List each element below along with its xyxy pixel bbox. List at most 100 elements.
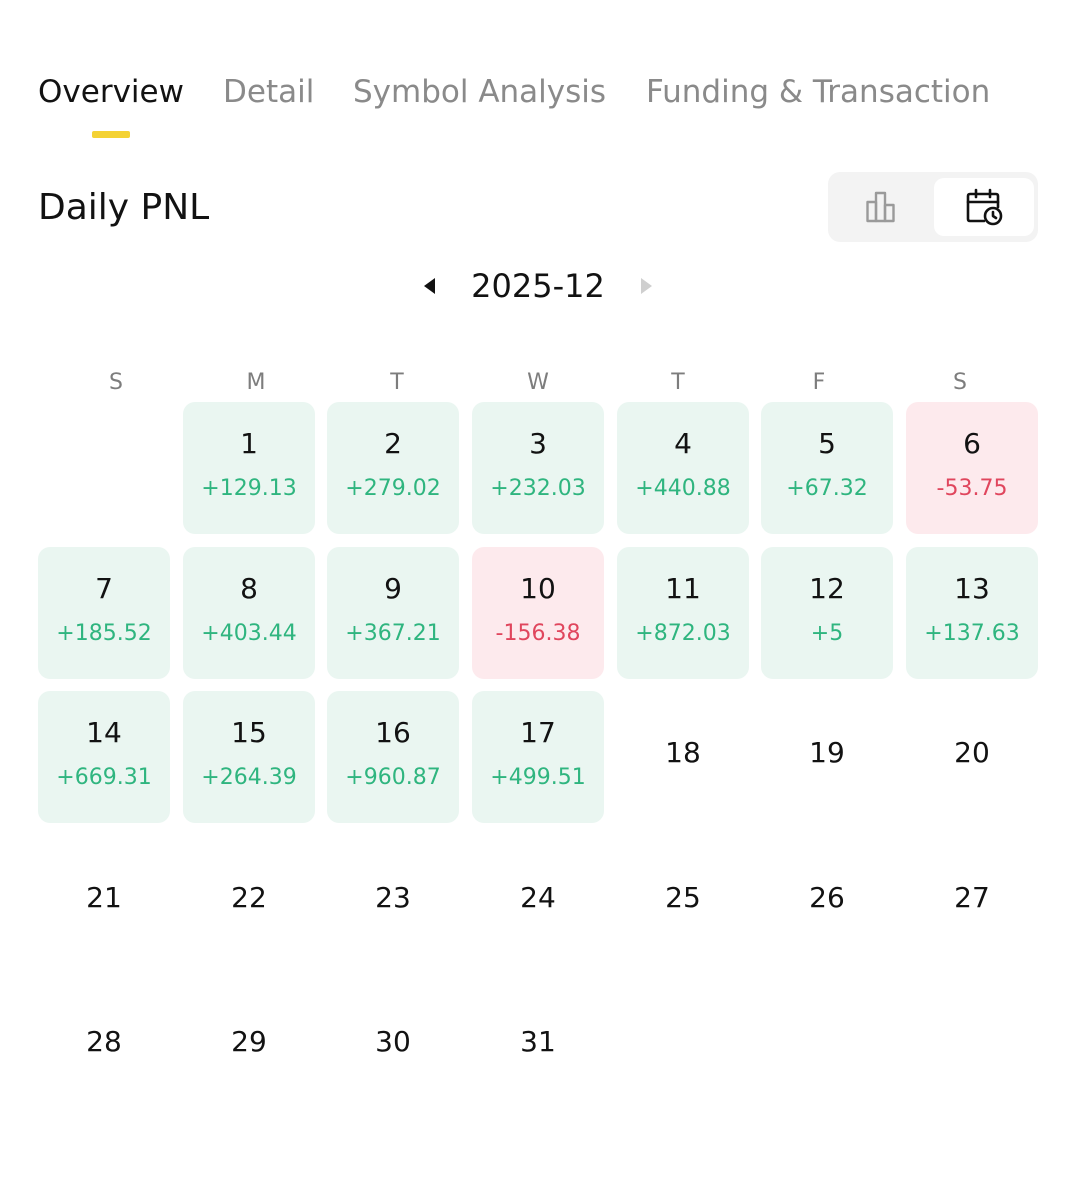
month-navigator: 2025-12	[0, 264, 1076, 308]
day-pnl-value: -156.38	[495, 621, 581, 646]
calendar-day-cell[interactable]: 17 +499.51	[472, 691, 604, 823]
day-number: 17	[520, 716, 556, 749]
calendar-day-cell: 20	[906, 691, 1038, 823]
view-toggle	[828, 172, 1038, 242]
calendar-day-cell: 31	[472, 980, 604, 1112]
calendar-day-cell[interactable]: 9 +367.21	[327, 547, 459, 679]
day-number: 9	[384, 572, 402, 605]
weekday-thursday: T	[671, 370, 685, 395]
month-label: 2025-12	[471, 267, 605, 305]
section-title: Daily PNL	[38, 187, 210, 228]
day-number: 4	[674, 427, 692, 460]
day-number: 14	[86, 716, 122, 749]
calendar-day-cell[interactable]: 6 -53.75	[906, 402, 1038, 534]
day-pnl-value: +440.88	[635, 476, 731, 501]
day-number: 13	[954, 572, 990, 605]
day-number: 15	[231, 716, 267, 749]
calendar-day-cell: 22	[183, 836, 315, 968]
tab-detail[interactable]: Detail	[223, 70, 314, 114]
day-number: 16	[375, 716, 411, 749]
calendar-day-cell: 26	[761, 836, 893, 968]
day-pnl-value: +185.52	[56, 621, 152, 646]
next-month-icon[interactable]	[636, 276, 656, 296]
day-pnl-value: +499.51	[490, 765, 586, 790]
calendar-day-cell[interactable]: 4 +440.88	[617, 402, 749, 534]
day-number: 29	[231, 1025, 267, 1058]
day-number: 24	[520, 881, 556, 914]
day-pnl-value: +872.03	[635, 621, 731, 646]
calendar-day-cell[interactable]: 10 -156.38	[472, 547, 604, 679]
tab-funding-transaction[interactable]: Funding & Transaction	[646, 70, 990, 114]
day-number: 25	[665, 881, 701, 914]
day-number: 18	[665, 736, 701, 769]
weekday-saturday: S	[953, 370, 967, 395]
tab-symbol-analysis[interactable]: Symbol Analysis	[353, 70, 606, 114]
day-number: 22	[231, 881, 267, 914]
day-number: 11	[665, 572, 701, 605]
day-number: 20	[954, 736, 990, 769]
day-number: 6	[963, 427, 981, 460]
day-number: 26	[809, 881, 845, 914]
day-pnl-value: +279.02	[345, 476, 441, 501]
calendar-day-cell[interactable]: 14 +669.31	[38, 691, 170, 823]
tab-overview[interactable]: Overview	[38, 70, 184, 114]
calendar-day-cell[interactable]: 8 +403.44	[183, 547, 315, 679]
day-pnl-value: +232.03	[490, 476, 586, 501]
day-number: 5	[818, 427, 836, 460]
day-number: 1	[240, 427, 258, 460]
calendar-day-cell: 19	[761, 691, 893, 823]
day-pnl-value: +264.39	[201, 765, 297, 790]
calendar-day-cell: 18	[617, 691, 749, 823]
calendar-day-cell: 24	[472, 836, 604, 968]
calendar-day-cell: 30	[327, 980, 459, 1112]
weekday-tuesday: T	[390, 370, 404, 395]
chart-view-button[interactable]	[832, 178, 932, 236]
day-pnl-value: +367.21	[345, 621, 441, 646]
calendar-day-cell[interactable]: 12 +5	[761, 547, 893, 679]
calendar-day-cell[interactable]: 3 +232.03	[472, 402, 604, 534]
calendar-day-cell: 25	[617, 836, 749, 968]
calendar-day-cell[interactable]: 15 +264.39	[183, 691, 315, 823]
calendar-day-cell[interactable]: 7 +185.52	[38, 547, 170, 679]
calendar-day-cell: 27	[906, 836, 1038, 968]
bar-chart-icon	[866, 191, 895, 223]
day-number: 21	[86, 881, 122, 914]
weekday-sunday: S	[109, 370, 123, 395]
calendar-day-cell[interactable]: 16 +960.87	[327, 691, 459, 823]
day-number: 28	[86, 1025, 122, 1058]
calendar-day-cell: 29	[183, 980, 315, 1112]
day-pnl-value: +403.44	[201, 621, 297, 646]
day-number: 12	[809, 572, 845, 605]
previous-month-icon[interactable]	[420, 276, 440, 296]
day-number: 8	[240, 572, 258, 605]
weekday-monday: M	[246, 370, 266, 395]
day-number: 10	[520, 572, 556, 605]
day-pnl-value: +137.63	[924, 621, 1020, 646]
calendar-day-cell[interactable]: 11 +872.03	[617, 547, 749, 679]
weekday-wednesday: W	[527, 370, 549, 395]
weekday-friday: F	[812, 370, 826, 395]
calendar-day-cell[interactable]: 5 +67.32	[761, 402, 893, 534]
day-number: 31	[520, 1025, 556, 1058]
day-number: 7	[95, 572, 113, 605]
day-number: 2	[384, 427, 402, 460]
day-number: 3	[529, 427, 547, 460]
day-pnl-value: +67.32	[786, 476, 868, 501]
calendar-clock-icon	[966, 188, 1003, 226]
calendar-view-button[interactable]	[934, 178, 1034, 236]
active-tab-indicator	[92, 131, 130, 138]
calendar-day-cell: 21	[38, 836, 170, 968]
day-pnl-value: +960.87	[345, 765, 441, 790]
calendar-day-cell: 23	[327, 836, 459, 968]
day-pnl-value: +669.31	[56, 765, 152, 790]
day-number: 27	[954, 881, 990, 914]
calendar-day-cell[interactable]: 2 +279.02	[327, 402, 459, 534]
day-pnl-value: -53.75	[936, 476, 1008, 501]
calendar-day-cell: 28	[38, 980, 170, 1112]
day-number: 23	[375, 881, 411, 914]
day-number: 19	[809, 736, 845, 769]
calendar-day-cell[interactable]: 13 +137.63	[906, 547, 1038, 679]
calendar-day-cell[interactable]: 1 +129.13	[183, 402, 315, 534]
day-number: 30	[375, 1025, 411, 1058]
day-pnl-value: +129.13	[201, 476, 297, 501]
